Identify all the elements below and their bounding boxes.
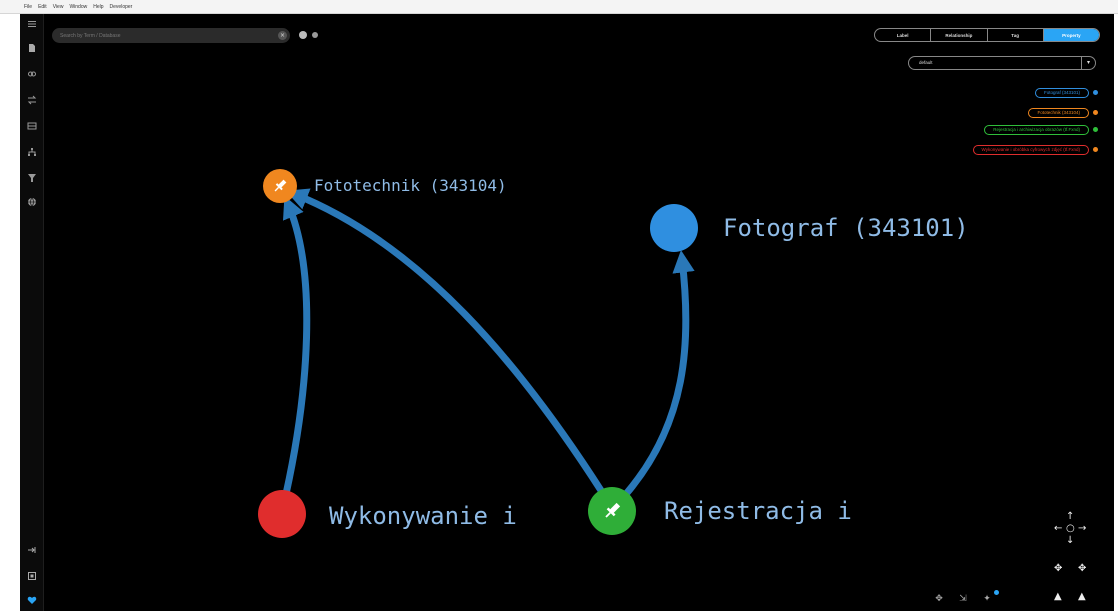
- node-icon[interactable]: ✦: [982, 594, 992, 604]
- pan-left-icon[interactable]: ←: [1054, 524, 1062, 534]
- zoom-in-icon[interactable]: ✥: [1054, 564, 1062, 574]
- menu-window[interactable]: Window: [69, 4, 87, 10]
- table-icon[interactable]: [26, 120, 38, 132]
- close-icon[interactable]: ×: [278, 31, 287, 40]
- link-icon[interactable]: [26, 68, 38, 80]
- legend-label: Fotograf (343101): [1034, 87, 1089, 98]
- tab-relationship[interactable]: Relationship: [931, 29, 988, 41]
- pan-up-icon[interactable]: ↑: [1066, 512, 1074, 522]
- menu-icon[interactable]: [26, 18, 38, 30]
- edge-rejestracja-fototechnik[interactable]: [285, 188, 605, 494]
- collapse-icon[interactable]: ▲: [1054, 592, 1062, 602]
- legend-label: Fototechnik (343104): [1028, 107, 1089, 118]
- node-wykonywanie[interactable]: [258, 490, 306, 538]
- legend-item-fotograf[interactable]: Fotograf (343101): [1034, 87, 1098, 98]
- app-window: File Edit View Window Help Developer Fot…: [0, 0, 1118, 611]
- pan-center-icon[interactable]: ○: [1066, 524, 1075, 534]
- export-icon[interactable]: [26, 544, 38, 556]
- graph-workspace: Fototechnik (343104) Fotograf (343101) W…: [20, 14, 1114, 611]
- heart-icon[interactable]: [26, 594, 38, 606]
- pan-down-icon[interactable]: ↓: [1066, 536, 1074, 546]
- hierarchy-icon[interactable]: [26, 146, 38, 158]
- legend-item-wykonywanie[interactable]: Wykonywanie i obróbka cyfrowych zdjęć (t…: [972, 144, 1098, 155]
- menu-file[interactable]: File: [24, 4, 32, 10]
- filter-icon[interactable]: [26, 172, 38, 184]
- menu-bar: File Edit View Window Help Developer: [0, 0, 1118, 14]
- settings-icon[interactable]: [299, 31, 307, 39]
- zoom-out-icon[interactable]: ✥: [1078, 564, 1086, 574]
- node-label-rejestracja: Rejestracja i: [664, 497, 852, 525]
- node-fotograf[interactable]: [650, 204, 698, 252]
- tab-tag[interactable]: Tag: [988, 29, 1044, 41]
- square-icon[interactable]: [26, 570, 38, 582]
- tab-label[interactable]: Label: [875, 29, 932, 41]
- legend-item-rejestracja[interactable]: Rejestracja i archiwizacja obrazów (tf.F…: [984, 124, 1098, 135]
- layout-select[interactable]: default ▾: [908, 56, 1096, 70]
- legend-label: Wykonywanie i obróbka cyfrowych zdjęć (t…: [972, 144, 1089, 155]
- view-tabs: Label Relationship Tag Property: [874, 28, 1100, 42]
- graph-canvas[interactable]: [20, 14, 1114, 611]
- info-icon[interactable]: [312, 32, 318, 38]
- menu-developer[interactable]: Developer: [110, 4, 133, 10]
- node-label-fototechnik: Fototechnik (343104): [314, 176, 507, 195]
- edge-rejestracja-fotograf[interactable]: [623, 250, 695, 497]
- crosshair-icon[interactable]: ✥: [934, 594, 944, 604]
- tab-property[interactable]: Property: [1043, 29, 1099, 41]
- fit-icon[interactable]: ⇲: [958, 594, 968, 604]
- search-bar: ×: [52, 28, 290, 43]
- menu-edit[interactable]: Edit: [38, 4, 47, 10]
- swap-icon[interactable]: [26, 94, 38, 106]
- menu-view[interactable]: View: [53, 4, 64, 10]
- legend-dot: [1093, 90, 1098, 95]
- legend-dot: [1093, 127, 1098, 132]
- legend-item-fototechnik[interactable]: Fototechnik (343104): [1028, 107, 1098, 118]
- legend-dot: [1093, 147, 1098, 152]
- left-toolbar: [20, 14, 44, 611]
- layout-select-value: default: [919, 60, 933, 65]
- globe-icon[interactable]: [26, 196, 38, 208]
- edge-wykonywanie-fototechnik[interactable]: [282, 195, 311, 495]
- chevron-down-icon[interactable]: ▾: [1081, 57, 1095, 69]
- menu-help[interactable]: Help: [93, 4, 103, 10]
- legend-label: Rejestracja i archiwizacja obrazów (tf.F…: [984, 124, 1089, 135]
- legend-dot: [1093, 110, 1098, 115]
- notification-dot: [994, 590, 999, 595]
- node-label-fotograf: Fotograf (343101): [723, 214, 969, 242]
- node-label-wykonywanie: Wykonywanie i: [329, 502, 517, 530]
- pan-right-icon[interactable]: →: [1078, 524, 1086, 534]
- search-input[interactable]: [60, 30, 270, 41]
- expand-icon[interactable]: ▲: [1078, 592, 1086, 602]
- file-icon[interactable]: [26, 42, 38, 54]
